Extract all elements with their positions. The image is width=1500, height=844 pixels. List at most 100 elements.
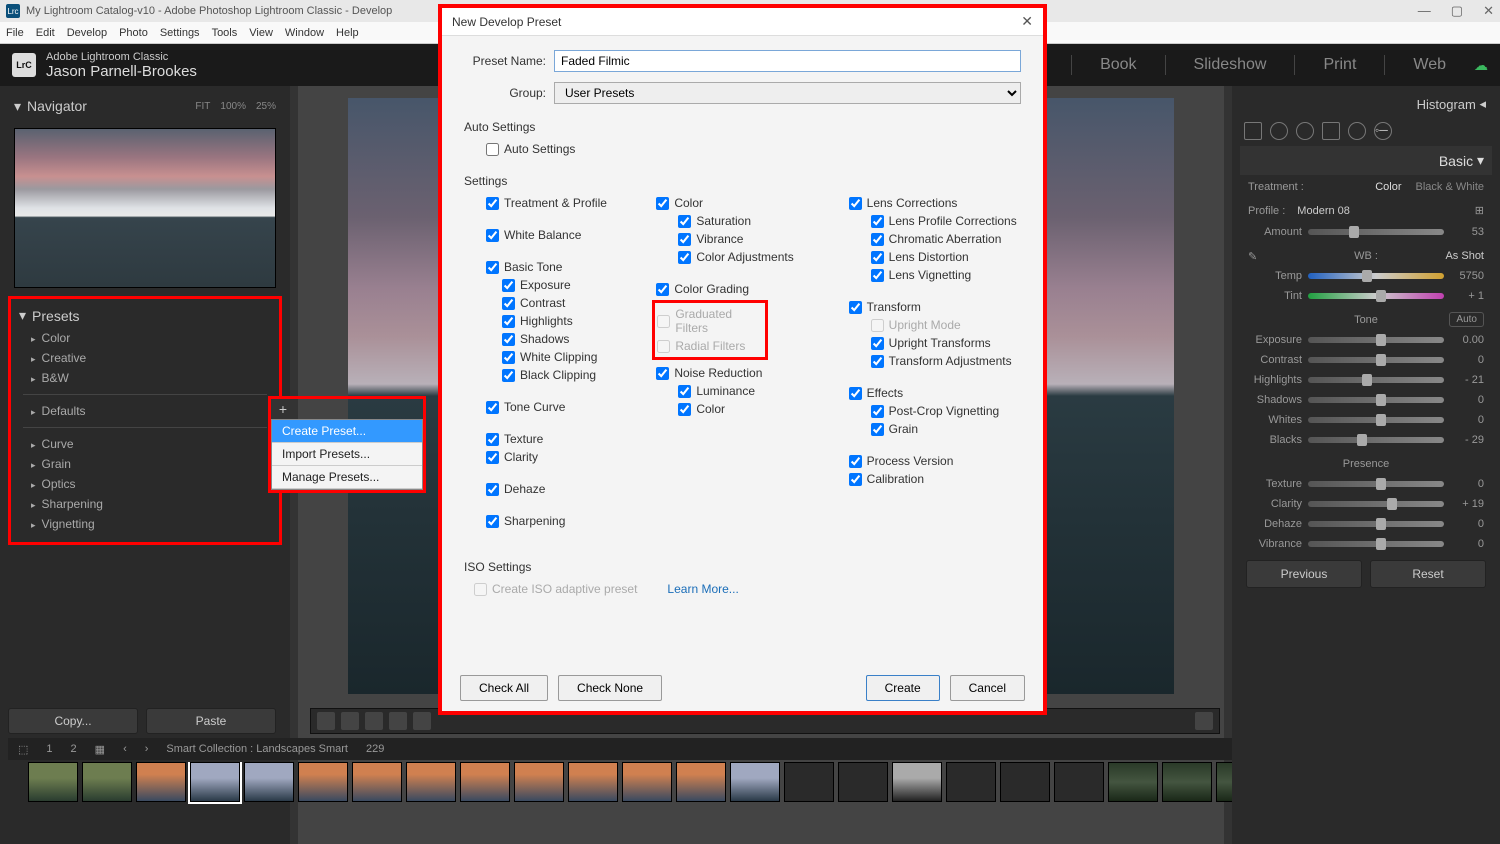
view-mode-icon[interactable]: ⬚: [18, 743, 28, 756]
before-after-icon[interactable]: [365, 712, 383, 730]
cb-clarity[interactable]: [486, 451, 499, 464]
graduated-tool-icon[interactable]: [1322, 122, 1340, 140]
thumbnail[interactable]: [82, 762, 132, 802]
treatment-color[interactable]: Color: [1375, 181, 1401, 193]
thumbnail[interactable]: [460, 762, 510, 802]
zoom-100[interactable]: 100%: [220, 101, 246, 112]
thumbnail[interactable]: [352, 762, 402, 802]
preset-group-grain[interactable]: Grain: [13, 454, 277, 474]
thumbnail[interactable]: [1162, 762, 1212, 802]
cb-lens-corrections[interactable]: [849, 197, 862, 210]
menu-settings[interactable]: Settings: [160, 27, 200, 39]
thumbnail[interactable]: [892, 762, 942, 802]
cb-color-grading[interactable]: [656, 283, 669, 296]
dehaze-slider[interactable]: [1308, 521, 1444, 527]
cb-grain[interactable]: [871, 423, 884, 436]
check-none-button[interactable]: Check None: [558, 675, 662, 701]
eyedropper-icon[interactable]: ✎: [1248, 250, 1257, 263]
cb-black-clipping[interactable]: [502, 369, 515, 382]
reset-button[interactable]: Reset: [1370, 560, 1486, 588]
cb-lens-profile[interactable]: [871, 215, 884, 228]
menu-develop[interactable]: Develop: [67, 27, 107, 39]
cb-transform-adjustments[interactable]: [871, 355, 884, 368]
cb-dehaze[interactable]: [486, 483, 499, 496]
cloud-sync-icon[interactable]: ☁: [1474, 57, 1488, 74]
shadows-slider[interactable]: [1308, 397, 1444, 403]
next-arrow-icon[interactable]: ›: [145, 743, 149, 755]
cb-saturation[interactable]: [678, 215, 691, 228]
cb-exposure[interactable]: [502, 279, 515, 292]
thumbnail[interactable]: [244, 762, 294, 802]
loupe-view-icon[interactable]: [317, 712, 335, 730]
contrast-slider[interactable]: [1308, 357, 1444, 363]
presets-header[interactable]: ▾ Presets: [13, 303, 277, 328]
texture-slider[interactable]: [1308, 481, 1444, 487]
cb-transform[interactable]: [849, 301, 862, 314]
cb-vibrance[interactable]: [678, 233, 691, 246]
thumbnail[interactable]: [136, 762, 186, 802]
module-book[interactable]: Book: [1100, 56, 1136, 74]
tint-slider[interactable]: [1308, 293, 1444, 299]
brush-tool-icon[interactable]: ◦─: [1374, 122, 1392, 140]
module-web[interactable]: Web: [1413, 56, 1446, 74]
profile-browser-icon[interactable]: ⊞: [1475, 204, 1484, 217]
thumbnail[interactable]: [514, 762, 564, 802]
module-print[interactable]: Print: [1323, 56, 1356, 74]
cb-upright-mode[interactable]: [871, 319, 884, 332]
thumbnail[interactable]: [1108, 762, 1158, 802]
treatment-bw[interactable]: Black & White: [1416, 181, 1484, 193]
whites-slider[interactable]: [1308, 417, 1444, 423]
thumbnail[interactable]: [946, 762, 996, 802]
menu-photo[interactable]: Photo: [119, 27, 148, 39]
blacks-slider[interactable]: [1308, 437, 1444, 443]
vibrance-slider[interactable]: [1308, 541, 1444, 547]
preset-name-input[interactable]: [554, 50, 1021, 72]
preset-group-creative[interactable]: Creative: [13, 348, 277, 368]
menu-manage-presets[interactable]: Manage Presets...: [272, 466, 422, 489]
previous-button[interactable]: Previous: [1246, 560, 1362, 588]
thumbnail[interactable]: [28, 762, 78, 802]
compare-view-icon[interactable]: [341, 712, 359, 730]
thumbnail[interactable]: [298, 762, 348, 802]
thumbnail[interactable]: [1054, 762, 1104, 802]
thumbnail[interactable]: [784, 762, 834, 802]
basic-panel-header[interactable]: Basic ▾: [1240, 146, 1492, 175]
auto-settings-checkbox[interactable]: [486, 143, 499, 156]
cb-radial-filters[interactable]: [657, 340, 670, 353]
highlights-slider[interactable]: [1308, 377, 1444, 383]
cb-highlights[interactable]: [502, 315, 515, 328]
preset-group-defaults[interactable]: Defaults: [13, 401, 277, 421]
add-preset-button[interactable]: +: [271, 399, 295, 419]
auto-button[interactable]: Auto: [1449, 312, 1484, 327]
navigator-header[interactable]: ▾ Navigator FIT 100% 25%: [8, 92, 282, 120]
thumbnail[interactable]: [406, 762, 456, 802]
redeye-tool-icon[interactable]: [1296, 122, 1314, 140]
cb-noise-reduction[interactable]: [656, 367, 669, 380]
menu-tools[interactable]: Tools: [212, 27, 238, 39]
menu-view[interactable]: View: [249, 27, 273, 39]
dialog-close-button[interactable]: ✕: [1021, 13, 1033, 30]
cb-texture[interactable]: [486, 433, 499, 446]
cb-shadows[interactable]: [502, 333, 515, 346]
grid-icon[interactable]: ▦: [95, 743, 105, 756]
preset-group-vignetting[interactable]: Vignetting: [13, 514, 277, 534]
menu-import-presets[interactable]: Import Presets...: [272, 443, 422, 466]
cb-lens-vignetting[interactable]: [871, 269, 884, 282]
amount-slider[interactable]: [1308, 229, 1444, 235]
learn-more-link[interactable]: Learn More...: [667, 582, 738, 596]
check-all-button[interactable]: Check All: [460, 675, 548, 701]
navigator-preview[interactable]: [14, 128, 276, 288]
cb-iso-adaptive[interactable]: [474, 583, 487, 596]
thumbnail[interactable]: [838, 762, 888, 802]
wb-select[interactable]: As Shot: [1445, 250, 1484, 262]
zoom-fit[interactable]: FIT: [195, 101, 210, 112]
cb-process-version[interactable]: [849, 455, 862, 468]
ref-view-icon[interactable]: [389, 712, 407, 730]
module-slideshow[interactable]: Slideshow: [1194, 56, 1267, 74]
preset-group-color[interactable]: Color: [13, 328, 277, 348]
cb-tone-curve[interactable]: [486, 401, 499, 414]
preset-group-bw[interactable]: B&W: [13, 368, 277, 388]
thumbnail[interactable]: [1000, 762, 1050, 802]
second-window-icon[interactable]: 1: [46, 743, 52, 755]
cb-contrast[interactable]: [502, 297, 515, 310]
